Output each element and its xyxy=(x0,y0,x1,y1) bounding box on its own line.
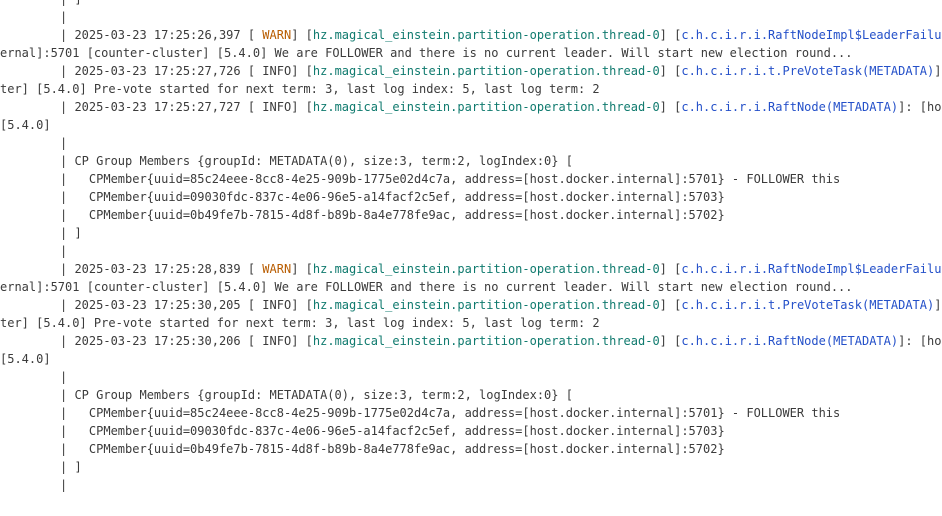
log-thread-name: hz.magical_einstein.partition-operation.… xyxy=(312,334,660,348)
log-level: WARN xyxy=(262,262,292,276)
log-continuation-line: | CPMember{uuid=85c24eee-8cc8-4e25-909b-… xyxy=(0,404,942,422)
log-logger-name: c.h.c.i.r.i.t.PreVoteTask(METADATA) xyxy=(681,64,935,78)
log-continuation-line: | xyxy=(0,368,942,386)
log-thread-name: hz.magical_einstein.partition-operation.… xyxy=(312,298,660,312)
log-timestamp: | 2025-03-23 17:25:27,727 [ xyxy=(60,100,263,114)
log-continuation-line: ernal]:5701 [counter-cluster] [5.4.0] We… xyxy=(0,278,942,296)
log-text: | CPMember{uuid=09030fdc-837c-4e06-96e5-… xyxy=(60,424,725,438)
log-continuation-line: | CP Group Members {groupId: METADATA(0)… xyxy=(0,152,942,170)
log-text: | CPMember{uuid=0b49fe7b-7815-4d8f-b89b-… xyxy=(60,442,725,456)
log-logger-name: c.h.c.i.r.i.RaftNode(METADATA) xyxy=(681,100,899,114)
log-thread-name: hz.magical_einstein.partition-operation.… xyxy=(312,64,660,78)
log-timestamp: | 2025-03-23 17:25:30,206 [ xyxy=(60,334,263,348)
log-continuation-line: | CPMember{uuid=85c24eee-8cc8-4e25-909b-… xyxy=(0,170,942,188)
log-level: INFO xyxy=(262,100,292,114)
log-level: INFO xyxy=(262,298,292,312)
log-text: [5.4.0] xyxy=(0,118,51,132)
log-continuation-line: ter] [5.4.0] Pre-vote started for next t… xyxy=(0,80,942,98)
log-level: WARN xyxy=(262,28,292,42)
log-continuation-line: | CPMember{uuid=0b49fe7b-7815-4d8f-b89b-… xyxy=(0,206,942,224)
log-entry-line: | 2025-03-23 17:25:30,206 [ INFO] [hz.ma… xyxy=(0,332,942,350)
log-continuation-line: ter] [5.4.0] Pre-vote started for next t… xyxy=(0,314,942,332)
console-output[interactable]: | ]|| 2025-03-23 17:25:26,397 [ WARN] [h… xyxy=(0,0,942,494)
log-text: | xyxy=(60,10,68,24)
log-timestamp: | 2025-03-23 17:25:26,397 [ xyxy=(60,28,263,42)
log-text: | xyxy=(60,136,68,150)
log-continuation-line: | ] xyxy=(0,224,942,242)
log-text: | ] xyxy=(60,226,82,240)
log-level: INFO xyxy=(262,334,292,348)
log-continuation-line: | xyxy=(0,134,942,152)
log-entry-line: | 2025-03-23 17:25:27,727 [ INFO] [hz.ma… xyxy=(0,98,942,116)
log-text: | xyxy=(60,244,68,258)
log-text: | ] xyxy=(60,0,82,6)
log-continuation-line: | xyxy=(0,8,942,26)
log-text: | CPMember{uuid=09030fdc-837c-4e06-96e5-… xyxy=(60,190,725,204)
log-separator: ] [ xyxy=(291,100,313,114)
log-text: ernal]:5701 [counter-cluster] [5.4.0] We… xyxy=(0,46,853,60)
log-continuation-line: [5.4.0] xyxy=(0,350,942,368)
log-separator: ] [ xyxy=(659,334,682,348)
log-logger-name: c.h.c.i.r.i.RaftNodeImpl$LeaderFailureDe xyxy=(681,28,942,42)
log-continuation-line: | CP Group Members {groupId: METADATA(0)… xyxy=(0,386,942,404)
log-continuation-line: | CPMember{uuid=09030fdc-837c-4e06-96e5-… xyxy=(0,422,942,440)
log-entry-line: | 2025-03-23 17:25:27,726 [ INFO] [hz.ma… xyxy=(0,62,942,80)
log-separator: ] [ xyxy=(291,298,313,312)
log-logger-name: c.h.c.i.r.i.RaftNodeImpl$LeaderFailureDe xyxy=(681,262,942,276)
log-continuation-line: ernal]:5701 [counter-cluster] [5.4.0] We… xyxy=(0,44,942,62)
log-text: | CP Group Members {groupId: METADATA(0)… xyxy=(60,388,573,402)
log-text: ter] [5.4.0] Pre-vote started for next t… xyxy=(0,316,600,330)
log-message: ]: [host.do xyxy=(898,100,942,114)
log-text: | ] xyxy=(60,460,82,474)
log-text: ernal]:5701 [counter-cluster] [5.4.0] We… xyxy=(0,280,853,294)
log-thread-name: hz.magical_einstein.partition-operation.… xyxy=(312,100,660,114)
log-text: | xyxy=(60,370,68,384)
log-logger-name: c.h.c.i.r.i.t.PreVoteTask(METADATA) xyxy=(681,298,935,312)
log-logger-name: c.h.c.i.r.i.RaftNode(METADATA) xyxy=(681,334,899,348)
log-continuation-line: | CPMember{uuid=09030fdc-837c-4e06-96e5-… xyxy=(0,188,942,206)
log-text: ter] [5.4.0] Pre-vote started for next t… xyxy=(0,82,600,96)
log-separator: ] [ xyxy=(659,298,682,312)
log-separator: ] [ xyxy=(659,28,682,42)
log-continuation-line: | xyxy=(0,476,942,494)
log-entry-line: | 2025-03-23 17:25:30,205 [ INFO] [hz.ma… xyxy=(0,296,942,314)
log-entry-line: | 2025-03-23 17:25:28,839 [ WARN] [hz.ma… xyxy=(0,260,942,278)
log-timestamp: | 2025-03-23 17:25:28,839 [ xyxy=(60,262,263,276)
log-separator: ] [ xyxy=(659,64,682,78)
log-continuation-line: | ] xyxy=(0,458,942,476)
log-separator: ] [ xyxy=(291,334,313,348)
log-continuation-line: | CPMember{uuid=0b49fe7b-7815-4d8f-b89b-… xyxy=(0,440,942,458)
log-thread-name: hz.magical_einstein.partition-operation.… xyxy=(312,262,660,276)
log-continuation-line: | ] xyxy=(0,0,942,8)
log-entry-line: | 2025-03-23 17:25:26,397 [ WARN] [hz.ma… xyxy=(0,26,942,44)
log-separator: ] [ xyxy=(291,28,313,42)
log-level: INFO xyxy=(262,64,292,78)
log-thread-name: hz.magical_einstein.partition-operation.… xyxy=(312,28,660,42)
log-message: ]: [ho xyxy=(934,298,942,312)
log-text: | CPMember{uuid=85c24eee-8cc8-4e25-909b-… xyxy=(60,406,841,420)
log-continuation-line: [5.4.0] xyxy=(0,116,942,134)
log-text: | xyxy=(60,478,68,492)
log-separator: ] [ xyxy=(659,262,682,276)
log-separator: ] [ xyxy=(291,64,313,78)
log-timestamp: | 2025-03-23 17:25:27,726 [ xyxy=(60,64,263,78)
log-message: ]: [host.do xyxy=(898,334,942,348)
log-text: | CPMember{uuid=85c24eee-8cc8-4e25-909b-… xyxy=(60,172,841,186)
log-text: | CPMember{uuid=0b49fe7b-7815-4d8f-b89b-… xyxy=(60,208,725,222)
log-separator: ] [ xyxy=(291,262,313,276)
log-message: ]: [ho xyxy=(934,64,942,78)
log-text: [5.4.0] xyxy=(0,352,51,366)
log-text: | CP Group Members {groupId: METADATA(0)… xyxy=(60,154,573,168)
log-separator: ] [ xyxy=(659,100,682,114)
log-timestamp: | 2025-03-23 17:25:30,205 [ xyxy=(60,298,263,312)
log-continuation-line: | xyxy=(0,242,942,260)
